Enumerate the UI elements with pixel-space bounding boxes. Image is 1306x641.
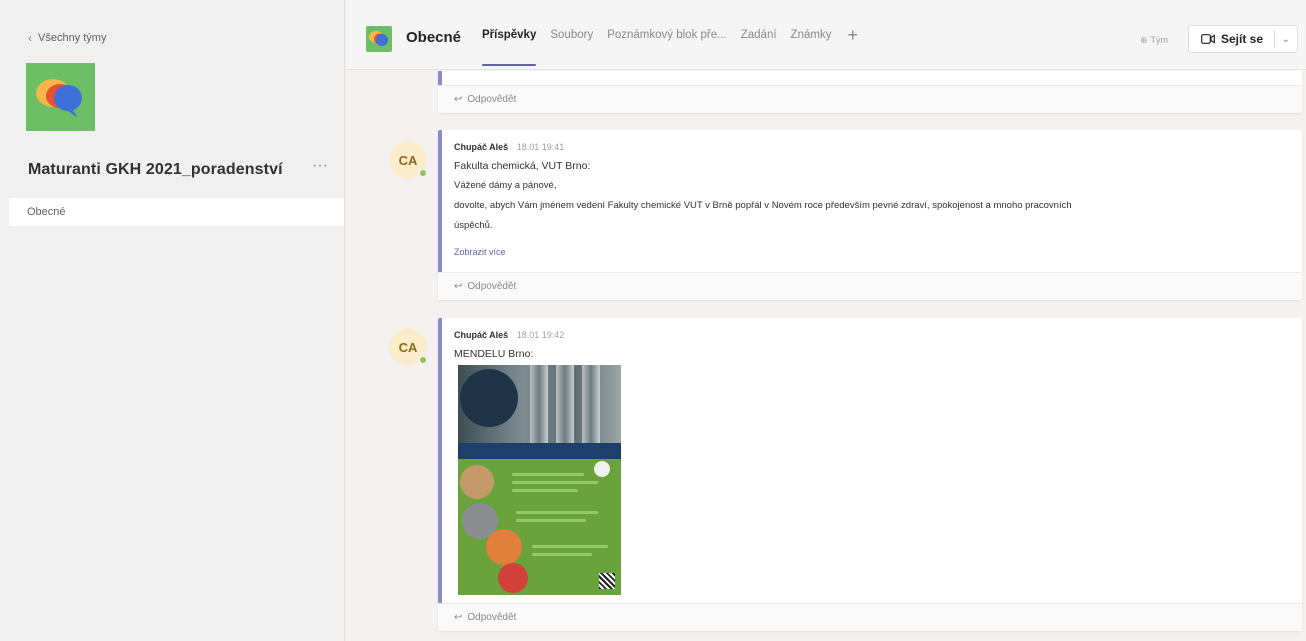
post-time: 18.01 19:41: [516, 142, 565, 152]
post-author[interactable]: Chupáč Aleš: [454, 330, 508, 340]
more-options-icon[interactable]: ···: [312, 157, 328, 175]
meet-label: Sejít se: [1221, 32, 1264, 46]
post-card: Chupáč Aleš 18.01 19:41 Fakulta chemická…: [438, 130, 1302, 300]
post-line: úspěchů.: [454, 220, 493, 231]
chat-bubbles-icon: [369, 31, 388, 46]
poster-photo-shape: [486, 529, 522, 565]
meet-now-button[interactable]: Sejít se: [1189, 32, 1274, 46]
post-line: Fakulta chemická, VUT Brno:: [454, 160, 591, 172]
post-card: ↩ Odpovědět: [438, 71, 1302, 113]
add-tab-button[interactable]: +: [847, 25, 858, 46]
channel-tabs: Příspěvky Soubory Poznámkový blok pře...…: [482, 0, 858, 70]
post-line: Vážené dámy a pánové,: [454, 180, 557, 191]
poster-tank-shape: [582, 365, 600, 443]
poster-tank-shape: [530, 365, 548, 443]
poster-logo-shape: [594, 461, 610, 477]
tab-zadani[interactable]: Zadání: [741, 0, 777, 70]
post-accent-bar: [438, 318, 442, 603]
post-accent-bar: [438, 71, 442, 85]
chevron-left-icon: ‹: [28, 31, 32, 45]
post-time: 18.01 19:42: [516, 330, 565, 340]
reply-button[interactable]: ↩ Odpovědět: [438, 85, 1302, 113]
avatar-initials: CA: [398, 339, 418, 355]
meet-button[interactable]: Sejít se ⌄: [1188, 25, 1298, 53]
poster-tank-shape: [556, 365, 574, 443]
poster-title-band: [458, 443, 621, 459]
post-card: Chupáč Aleš 18.01 19:42 MENDELU Brno: ↩ …: [438, 318, 1302, 631]
tab-prispevky[interactable]: Příspěvky: [482, 0, 537, 70]
poster-text-line: [532, 553, 592, 556]
poster-text-line: [512, 481, 598, 484]
post-author[interactable]: Chupáč Aleš: [454, 142, 508, 152]
post-accent-bar: [438, 130, 442, 272]
team-panel: ‹ Všechny týmy Maturanti GKH 2021_porade…: [0, 0, 345, 641]
poster-text-line: [512, 489, 578, 492]
tab-znamky[interactable]: Známky: [791, 0, 832, 70]
team-info-button[interactable]: ⊕ Tým: [1128, 29, 1180, 51]
reply-label: Odpovědět: [467, 281, 517, 292]
poster-image[interactable]: [458, 365, 621, 595]
channel-header: Obecné Příspěvky Soubory Poznámkový blok…: [346, 0, 1306, 70]
poster-text-line: [516, 511, 598, 514]
poster-photo-shape: [498, 563, 528, 593]
reply-icon: ↩: [454, 612, 463, 623]
reply-label: Odpovědět: [467, 94, 517, 105]
poster-circle-shape: [460, 369, 518, 427]
channel-icon: [366, 26, 392, 52]
reply-button[interactable]: ↩ Odpovědět: [438, 272, 1302, 300]
posts-feed[interactable]: ↩ Odpovědět CA Chupáč Aleš 18.01 19:41 F…: [346, 71, 1306, 641]
poster-qr-code: [599, 573, 615, 589]
reply-icon: ↩: [454, 94, 463, 105]
avatar[interactable]: CA: [389, 328, 428, 366]
channel-title: Obecné: [406, 29, 462, 46]
poster-text-line: [532, 545, 608, 548]
post-meta: Chupáč Aleš 18.01 19:42: [454, 330, 564, 340]
back-to-teams-link[interactable]: ‹ Všechny týmy: [28, 31, 106, 45]
back-label: Všechny týmy: [38, 32, 107, 44]
poster-photo-shape: [460, 465, 494, 499]
video-camera-icon: [1201, 34, 1215, 44]
chat-bubbles-icon: [36, 79, 82, 118]
poster-text-line: [516, 519, 586, 522]
tab-soubory[interactable]: Soubory: [550, 0, 593, 70]
tab-poznamkovy-blok[interactable]: Poznámkový blok pře...: [607, 0, 727, 70]
reply-button[interactable]: ↩ Odpovědět: [438, 603, 1302, 631]
team-name: Maturanti GKH 2021_poradenství: [28, 161, 283, 178]
presence-available-icon: [418, 168, 428, 178]
poster-text-line: [512, 473, 584, 476]
avatar[interactable]: CA: [389, 141, 428, 179]
team-logo: [26, 63, 95, 131]
post-line: dovolte, abych Vám jménem vedení Fakulty…: [454, 200, 1072, 211]
show-more-link[interactable]: Zobrazit více: [454, 247, 506, 257]
presence-available-icon: [418, 355, 428, 365]
team-button-label: Tým: [1150, 35, 1169, 45]
chevron-down-icon[interactable]: ⌄: [1275, 34, 1297, 45]
reply-label: Odpovědět: [467, 612, 517, 623]
reply-icon: ↩: [454, 281, 463, 292]
channel-item-obecne[interactable]: Obecné: [9, 198, 344, 226]
avatar-initials: CA: [398, 152, 418, 168]
post-meta: Chupáč Aleš 18.01 19:41: [454, 142, 564, 152]
team-icon: ⊕: [1139, 34, 1148, 45]
post-line: MENDELU Brno:: [454, 348, 534, 360]
post-body: Fakulta chemická, VUT Brno: Vážené dámy …: [454, 156, 1284, 236]
post-body: MENDELU Brno:: [454, 344, 1284, 364]
